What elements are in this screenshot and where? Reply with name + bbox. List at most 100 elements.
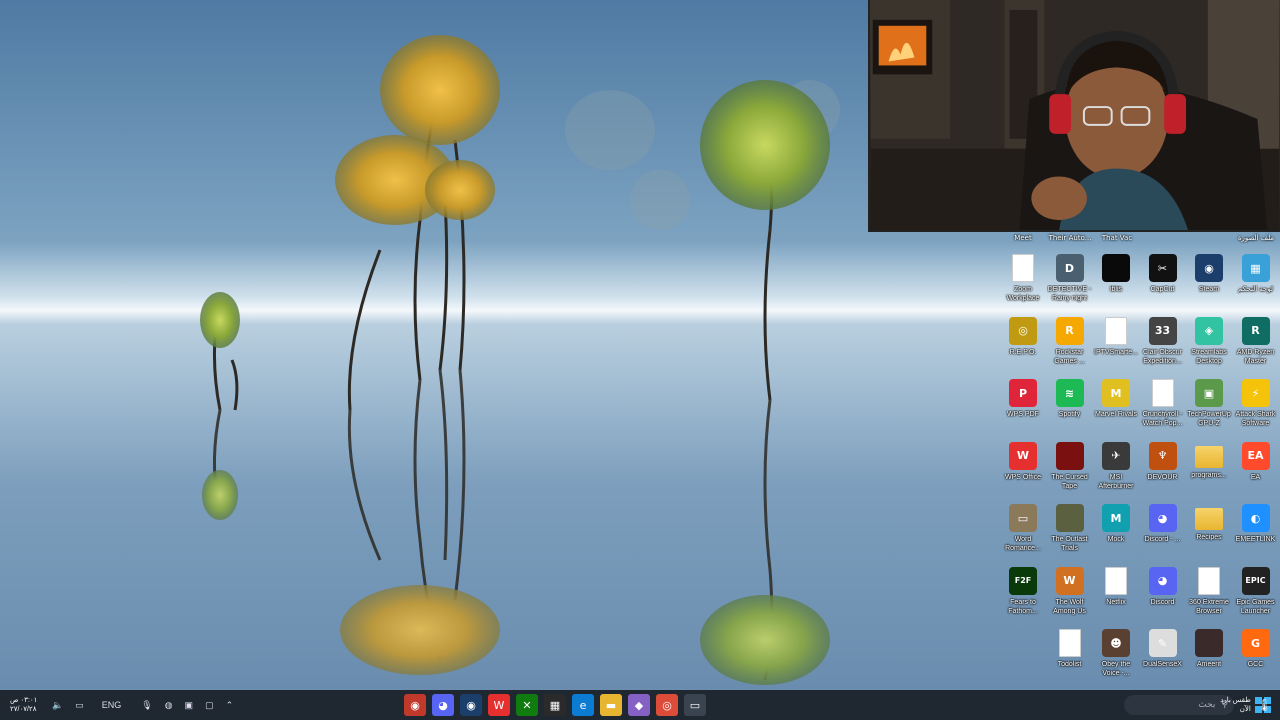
desktop-icon-label: The Wolf Among Us bbox=[1053, 598, 1086, 615]
desktop-icon[interactable]: ▦ لوحة التحكم bbox=[1233, 254, 1279, 314]
file-explorer-icon[interactable]: ▬ bbox=[600, 694, 622, 716]
tray-screen-icon[interactable]: ▢ bbox=[205, 700, 214, 711]
notepad-icon[interactable]: ▭ bbox=[684, 694, 706, 716]
desktop-icon[interactable]: ✂ CapCut bbox=[1140, 254, 1186, 314]
desktop-icon-label: CapCut bbox=[1150, 286, 1175, 293]
desktop-icon[interactable]: R Rockstar Games ... bbox=[1047, 316, 1093, 377]
desktop-icon[interactable]: ▣ TechPowerUp GPU-Z bbox=[1186, 379, 1232, 439]
desktop-icon[interactable]: 33 Clair Obscur Expedition... bbox=[1140, 316, 1186, 377]
app-icon: ◕ bbox=[1148, 566, 1177, 595]
desktop-icon-label: EMEETLINK bbox=[1235, 536, 1276, 543]
app-icon: ✈ bbox=[1102, 441, 1130, 470]
desktop-icon[interactable]: ☻ Obey the Voice -... bbox=[1093, 629, 1139, 689]
app-icon bbox=[1102, 254, 1130, 282]
desktop-icon[interactable]: ◎ R.E.P.O. bbox=[1000, 316, 1046, 377]
app-icon: 33 bbox=[1148, 316, 1177, 345]
desktop-icon[interactable]: The Cursed Tape bbox=[1047, 441, 1093, 502]
volume-icon[interactable]: 🔈 bbox=[52, 700, 63, 711]
desktop-icon-label: TechPowerUp GPU-Z bbox=[1187, 411, 1231, 427]
app-icon bbox=[1198, 566, 1220, 595]
desktop-icon[interactable]: ◉ Steam bbox=[1186, 254, 1232, 314]
desktop-icon-label: Marvel Rivals bbox=[1094, 411, 1137, 418]
app-tray-icon[interactable]: ▣ bbox=[185, 700, 194, 711]
desktop-icon-label: iblis bbox=[1109, 286, 1123, 293]
network-icon[interactable]: ◍ bbox=[165, 700, 173, 711]
desktop-icon[interactable]: ♆ DEVOUR bbox=[1140, 441, 1186, 502]
edge-icon[interactable]: e bbox=[572, 694, 594, 716]
taskbar-search[interactable]: بحث ⚲ bbox=[1124, 695, 1234, 715]
desktop-icon-label: DETECTIVE - Rainy night bbox=[1047, 286, 1092, 302]
desktop-icon[interactable]: ✈ MSI Afterburner bbox=[1093, 441, 1139, 502]
desktop-icon[interactable]: iblis bbox=[1093, 254, 1139, 314]
desktop-icon[interactable]: programs... bbox=[1186, 442, 1232, 502]
desktop-icon-label: Word Romance... bbox=[1005, 536, 1041, 552]
desktop-icon[interactable]: M Marvel Rivals bbox=[1093, 379, 1139, 439]
steam-taskbar-icon[interactable]: ◉ bbox=[460, 694, 482, 716]
discord-taskbar-icon[interactable]: ◕ bbox=[432, 694, 454, 716]
app-icon bbox=[1012, 254, 1034, 282]
app-icon: R bbox=[1241, 316, 1270, 345]
display-icon[interactable]: ▭ bbox=[75, 700, 84, 711]
show-hidden-icons-chevron-icon[interactable]: ⌃ bbox=[226, 700, 234, 711]
desktop-icon[interactable]: The Outlast Trials bbox=[1047, 504, 1093, 564]
desktop-icon[interactable]: D DETECTIVE - Rainy night bbox=[1047, 254, 1093, 314]
xbox-icon[interactable]: ✕ bbox=[516, 694, 538, 716]
taskbar-clock[interactable]: ٠٣:٠١ ص ٢٧/٠٧/٢٨ bbox=[0, 696, 46, 714]
app-icon: G bbox=[1241, 629, 1270, 657]
desktop-icon[interactable]: W The Wolf Among Us bbox=[1047, 566, 1093, 627]
desktop-icon[interactable]: M Mock bbox=[1093, 504, 1139, 564]
desktop-icon[interactable]: Zoom Workplace bbox=[1000, 254, 1046, 314]
desktop-icon-label: Mock bbox=[1107, 536, 1125, 543]
desktop-icon[interactable]: ◕ Discord bbox=[1140, 566, 1186, 627]
app-icon: EPIC bbox=[1241, 566, 1270, 595]
desktop-icon[interactable]: P WPS PDF bbox=[1000, 379, 1046, 439]
system-tray: ٠٣:٠١ ص ٢٧/٠٧/٢٨ 🔈 ▭ ENG 🎙 ◍ ▣ ▢ ⌃ bbox=[0, 690, 239, 720]
desktop-icon[interactable]: EA EA bbox=[1233, 441, 1279, 502]
app-icon: EA bbox=[1241, 441, 1270, 470]
desktop-icon-label: WPS PDF bbox=[1007, 411, 1039, 418]
desktop-icon[interactable]: ◈ Streamlabs Desktop bbox=[1186, 316, 1232, 377]
desktop-icon[interactable]: EPIC Epic Games Launcher bbox=[1233, 566, 1279, 627]
desktop-icon[interactable]: ▭ Word Romance... bbox=[1000, 504, 1046, 564]
weather-widget[interactable]: طقس بارد الآن 🌡 bbox=[1220, 690, 1272, 720]
desktop-icon[interactable]: ◐ EMEETLINK bbox=[1233, 504, 1279, 564]
desktop-icon-label: 360 Extreme Browser bbox=[1189, 598, 1229, 615]
visual-studio-icon[interactable]: ◆ bbox=[628, 694, 650, 716]
desktop-icon-label: DEVOUR bbox=[1147, 473, 1178, 481]
desktop-icon-label: Rockstar Games ... bbox=[1054, 348, 1085, 365]
chrome-canary-icon[interactable]: ◉ bbox=[404, 694, 426, 716]
desktop-icon[interactable]: ◕ Discord - ... bbox=[1140, 504, 1186, 564]
desktop-icon[interactable]: Recipes bbox=[1186, 504, 1232, 564]
taskbar: ٠٣:٠١ ص ٢٧/٠٧/٢٨ 🔈 ▭ ENG 🎙 ◍ ▣ ▢ ⌃ ◉ ◕ ◉ W ✕… bbox=[0, 690, 1280, 720]
desktop-icon-label: programs... bbox=[1191, 471, 1227, 479]
desktop-icon[interactable]: IPTVSmarte... bbox=[1093, 316, 1139, 377]
desktop-icon[interactable]: Ameerit bbox=[1186, 629, 1232, 689]
desktop-icon[interactable]: G GCC bbox=[1233, 629, 1279, 689]
chrome-icon[interactable]: ◎ bbox=[656, 694, 678, 716]
app-icon: D bbox=[1055, 254, 1084, 282]
wps-taskbar-icon[interactable]: W bbox=[488, 694, 510, 716]
app-icon bbox=[1055, 441, 1084, 470]
microphone-icon[interactable]: 🎙 bbox=[141, 700, 152, 711]
desktop-icon-label: Zoom Workplace bbox=[1006, 286, 1040, 302]
desktop-icon-label: The Cursed Tape bbox=[1051, 473, 1088, 490]
desktop-icon[interactable]: ✎ DualSenseX bbox=[1140, 629, 1186, 689]
app-icon bbox=[1151, 379, 1174, 407]
app-icon: ◈ bbox=[1195, 316, 1223, 345]
desktop-icon-label: Clair Obscur Expedition... bbox=[1143, 348, 1182, 365]
desktop-icon[interactable]: 360 Extreme Browser bbox=[1186, 566, 1232, 627]
language-indicator[interactable]: ENG bbox=[102, 700, 122, 710]
desktop-icon[interactable]: R AMD Ryzen Master bbox=[1233, 316, 1279, 377]
app-icon: ◕ bbox=[1148, 504, 1177, 532]
desktop-icon[interactable]: W WPS Office bbox=[1000, 441, 1046, 502]
desktop-icon-label: Ameerit bbox=[1196, 661, 1222, 668]
desktop-icon[interactable]: ⚡ Attack Shark Software bbox=[1233, 379, 1279, 439]
desktop-icon[interactable]: Todolist bbox=[1047, 629, 1093, 689]
calculator-icon[interactable]: ▦ bbox=[544, 694, 566, 716]
weather-condition: طقس بارد bbox=[1220, 697, 1251, 704]
desktop-icon[interactable]: Crunchyroll - Watch Pop... bbox=[1140, 379, 1186, 439]
desktop-icon[interactable]: Netflix bbox=[1093, 566, 1139, 627]
desktop-icon[interactable]: ≋ Spotify bbox=[1047, 379, 1093, 439]
desktop-icon[interactable]: F2F Fears to Fathom... bbox=[1000, 566, 1046, 627]
pinned-apps: ◉ ◕ ◉ W ✕ ▦ e ▬ ◆ ◎ ▭ bbox=[404, 690, 706, 720]
